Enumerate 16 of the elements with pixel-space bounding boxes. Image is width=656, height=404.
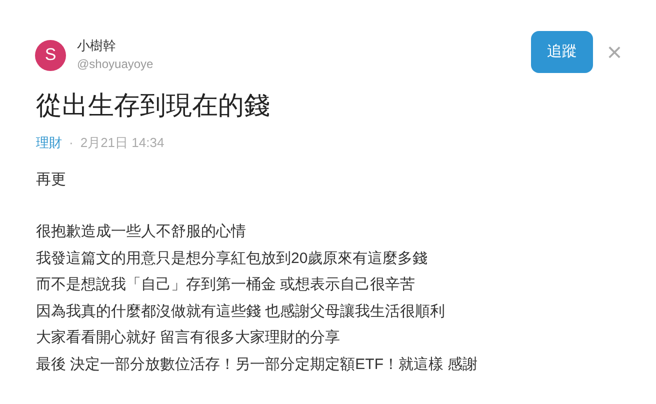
body-text-line: 很抱歉造成一些人不舒服的心情 [36,222,247,242]
body-text-line: 因為我真的什麼都沒做就有這些錢 也感謝父母讓我生活很順利 [36,302,446,322]
body-text-line: 我發這篇文的用意只是想分享紅包放到20歲原來有這麼多錢 [36,248,429,268]
category-link[interactable]: 理財 [36,133,62,152]
avatar: S [35,40,66,70]
close-button[interactable]: × [606,39,622,65]
post-date: 2月21日 14:34 [80,134,164,152]
body-text-line: 而不是想說我「自己」存到第一桶金 或想表示自己很辛苦 [36,275,416,295]
author-name: 小樹幹 [77,37,117,55]
body-text-line: 最後 決定一部分放數位活存！另一部分定期定額ETF！就這樣 感謝 [36,354,479,374]
body-text-line: 大家看看開心就好 留言有很多大家理財的分享 [36,328,342,348]
author-handle: @shoyuayoye [77,56,154,73]
follow-button[interactable]: 追蹤 [530,31,593,73]
body-text-line: 再更 [36,170,67,190]
post-title: 從出生存到現在的錢 [36,89,271,122]
separator: · [69,134,74,152]
